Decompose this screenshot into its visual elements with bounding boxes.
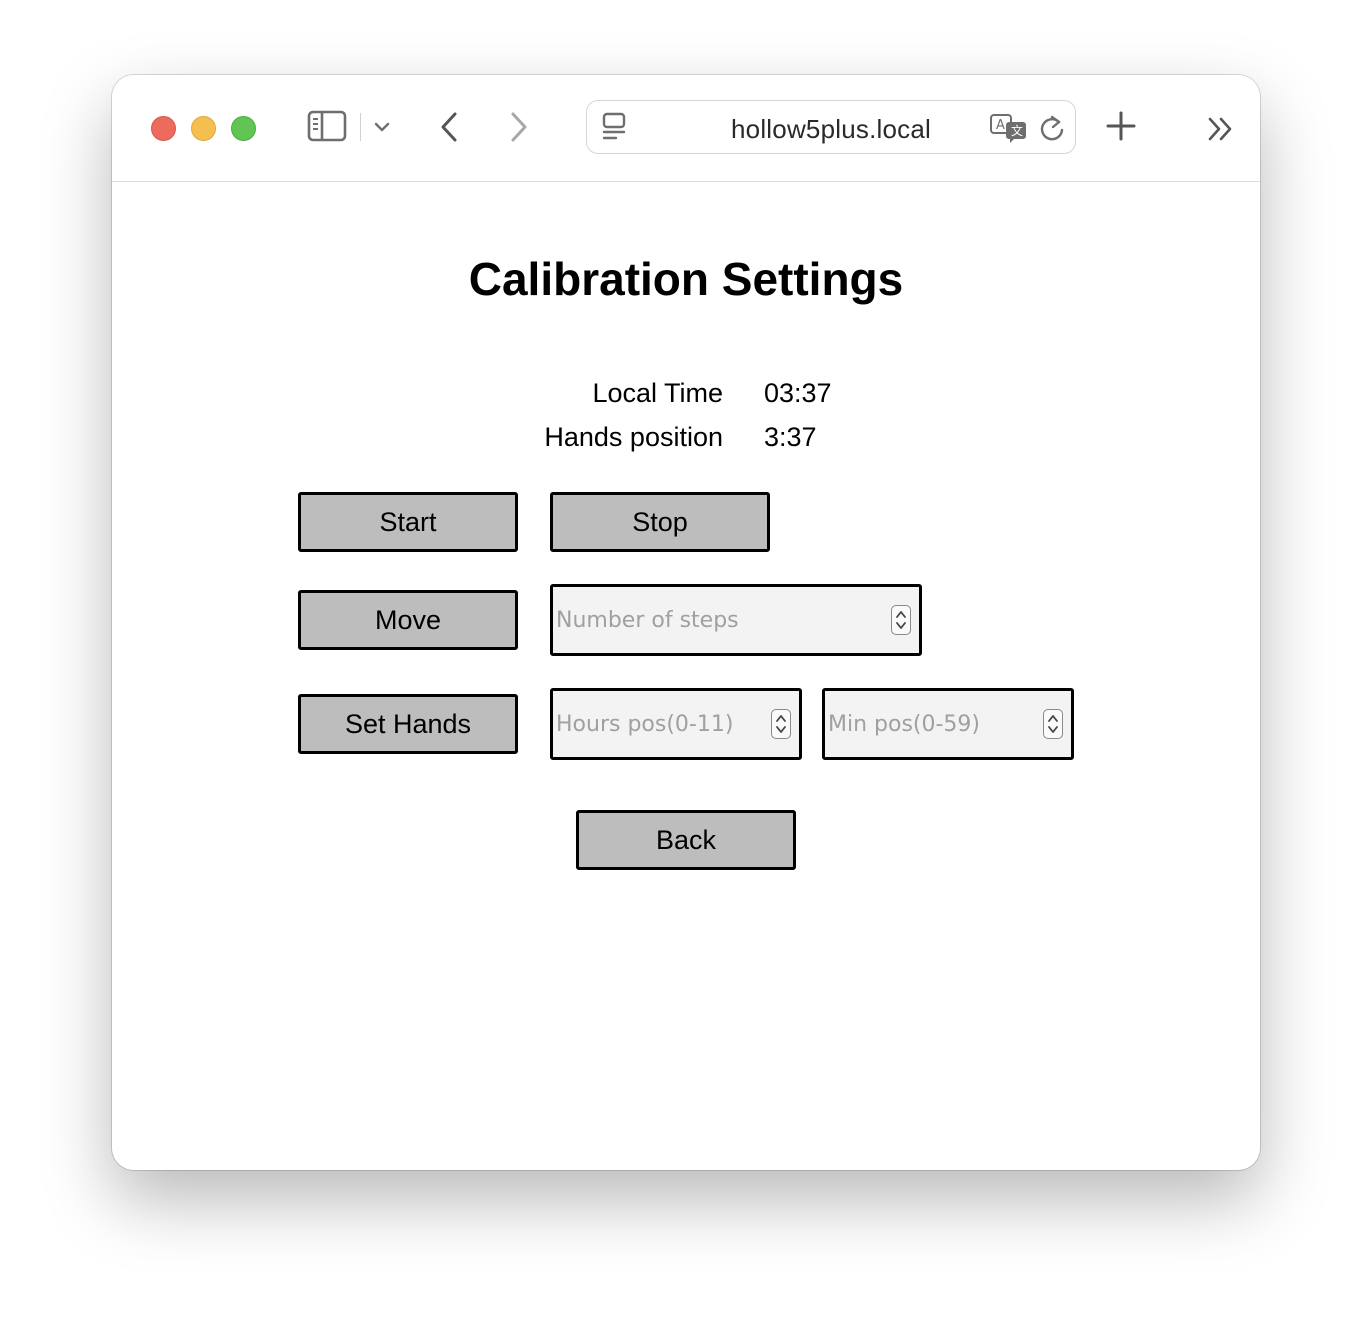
browser-toolbar: hollow5plus.local A 文	[112, 75, 1260, 182]
plus-icon[interactable]	[1106, 111, 1136, 141]
chevron-down-icon[interactable]	[372, 117, 392, 137]
translate-icon[interactable]: A 文	[989, 112, 1029, 144]
hands-position-label: Hands position	[544, 422, 723, 452]
move-button[interactable]: Move	[298, 590, 518, 650]
set-hands-button[interactable]: Set Hands	[298, 694, 518, 754]
svg-text:A: A	[996, 118, 1005, 133]
steps-number-field[interactable]	[550, 584, 922, 656]
stop-button[interactable]: Stop	[550, 492, 770, 552]
hours-stepper-icon[interactable]	[771, 709, 791, 739]
hands-position-value: 3:37	[764, 422, 817, 452]
address-bar[interactable]: hollow5plus.local A 文	[586, 100, 1076, 154]
minutes-number-field[interactable]	[822, 688, 1074, 760]
sidebar-icon[interactable]	[306, 109, 348, 143]
steps-stepper-icon[interactable]	[891, 605, 911, 635]
start-button[interactable]: Start	[298, 492, 518, 552]
back-button[interactable]: Back	[576, 810, 796, 870]
reload-icon[interactable]	[1037, 112, 1067, 144]
minutes-stepper-icon[interactable]	[1043, 709, 1063, 739]
local-time-value: 03:37	[764, 378, 832, 408]
minimize-window-button[interactable]	[191, 116, 216, 141]
page-content: Calibration Settings Local Time 03:37 Ha…	[112, 182, 1260, 1170]
back-arrow-icon[interactable]	[434, 109, 464, 145]
svg-text:文: 文	[1011, 123, 1023, 138]
local-time-label: Local Time	[592, 378, 723, 408]
zoom-window-button[interactable]	[231, 116, 256, 141]
toolbar-divider	[360, 113, 361, 141]
browser-window: hollow5plus.local A 文 Calibration Settin…	[112, 75, 1260, 1170]
double-chevron-icon[interactable]	[1206, 115, 1236, 143]
hours-number-field[interactable]	[550, 688, 802, 760]
page-title: Calibration Settings	[468, 253, 904, 305]
forward-arrow-icon[interactable]	[504, 109, 534, 145]
close-window-button[interactable]	[151, 116, 176, 141]
steps-input[interactable]	[556, 587, 882, 653]
hours-input[interactable]	[556, 691, 762, 757]
minutes-input[interactable]	[828, 691, 1034, 757]
